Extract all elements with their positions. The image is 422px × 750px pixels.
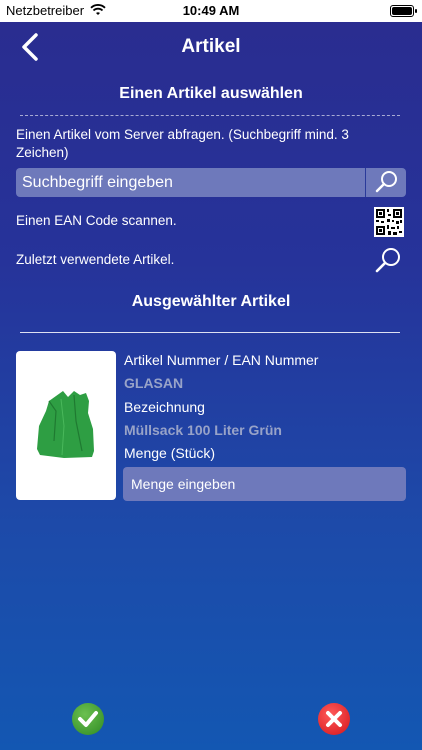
page-title: Artikel (181, 36, 241, 57)
confirm-button[interactable] (72, 703, 104, 735)
search-button[interactable] (365, 168, 406, 197)
checkmark-icon (78, 711, 98, 727)
description-value: Müllsack 100 Liter Grün (124, 422, 282, 438)
select-section-title: Einen Artikel auswählen (119, 85, 303, 102)
battery-icon (390, 5, 417, 17)
recent-articles-text: Zuletzt verwendete Artikel. (16, 252, 175, 267)
clock: 10:49 AM (182, 3, 240, 18)
cancel-button[interactable] (318, 703, 350, 735)
magnifier-icon (375, 171, 397, 193)
ean-scan-text: Einen EAN Code scannen. (16, 213, 177, 228)
selected-section-title: Ausgewählter Artikel (131, 293, 291, 310)
garbage-bag-image (37, 391, 94, 458)
magnifier-icon[interactable] (374, 246, 404, 274)
quantity-field (123, 467, 406, 501)
article-number-value: GLASAN (124, 375, 184, 391)
status-bar: Netzbetreiber 10:49 AM (0, 0, 422, 22)
close-icon (326, 711, 342, 727)
nav-bar: Artikel (0, 22, 422, 72)
divider (20, 115, 400, 116)
divider (20, 332, 400, 333)
qr-code-icon[interactable] (374, 207, 404, 237)
description-label: Bezeichnung (124, 399, 205, 415)
quantity-label: Menge (Stück) (124, 445, 216, 461)
article-number-label: Artikel Nummer / EAN Nummer (124, 352, 319, 368)
search-input[interactable] (16, 168, 366, 197)
product-image (16, 351, 116, 500)
quantity-input[interactable] (123, 467, 406, 501)
search-bar (16, 168, 406, 197)
server-query-text: Einen Artikel vom Server abfragen. (Such… (16, 127, 349, 160)
